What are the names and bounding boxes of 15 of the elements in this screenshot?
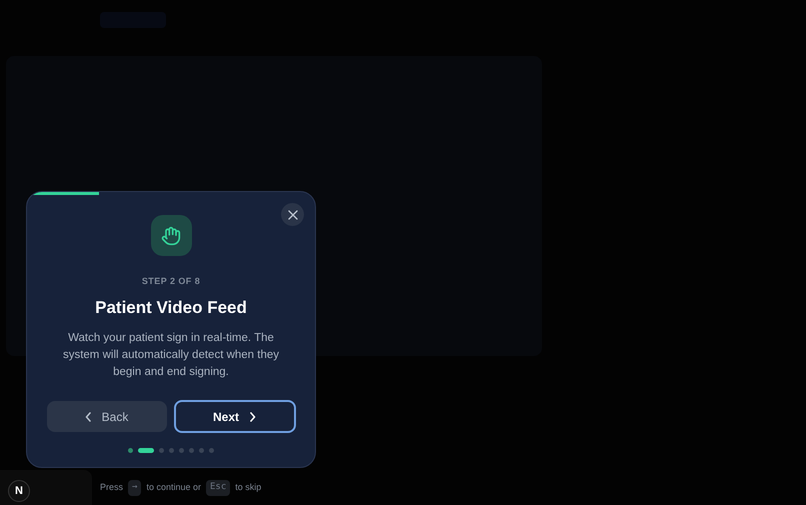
hand-icon (161, 226, 181, 246)
close-icon (288, 210, 298, 220)
hint-text: to skip (235, 481, 262, 494)
chevron-left-icon (84, 412, 92, 422)
hint-text: to continue or (146, 481, 201, 494)
key-label: Esc (206, 480, 230, 496)
chevron-right-icon (249, 412, 256, 422)
key-label: → (128, 480, 142, 496)
hint-text: Press (100, 481, 124, 494)
step-description: Watch your patient sign in real-time. The system will automatically detect when they begin and end signing. (62, 331, 280, 380)
close-button[interactable] (281, 203, 304, 226)
step-label: STEP 2 OF 8 (142, 275, 200, 288)
step-title: Patient Video Feed (95, 296, 247, 318)
back-button[interactable]: Back (46, 401, 166, 432)
next-button[interactable]: Next (174, 400, 296, 433)
